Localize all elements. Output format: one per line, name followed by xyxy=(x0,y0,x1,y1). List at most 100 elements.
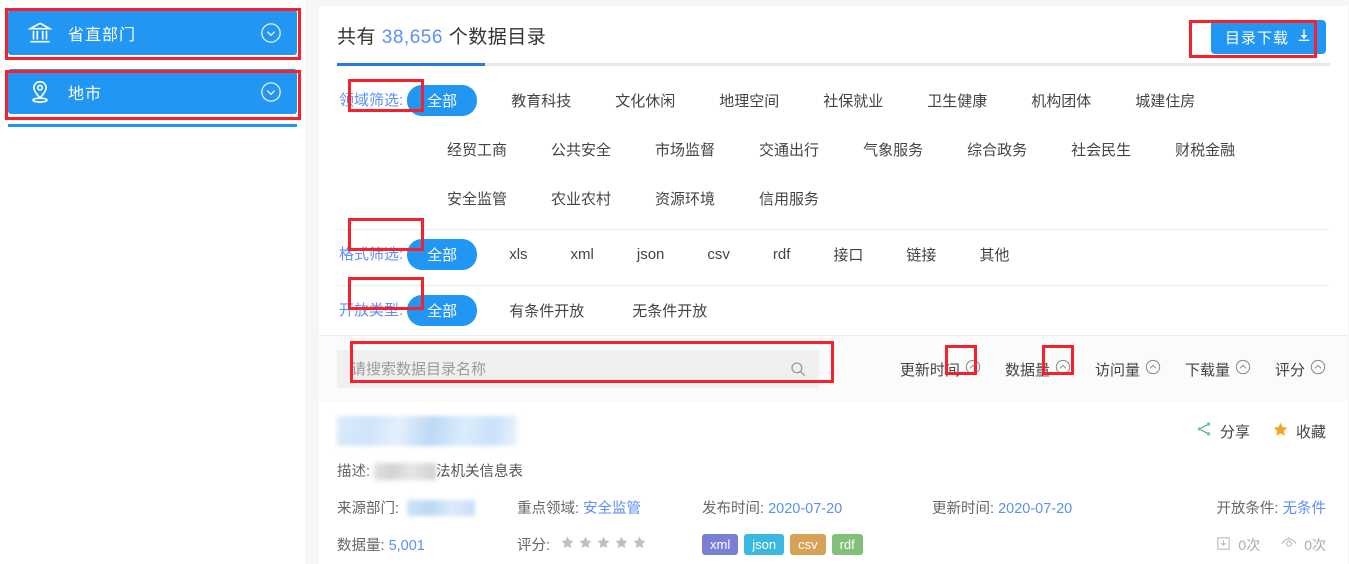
filter-label-format: 格式筛选: xyxy=(337,236,407,264)
sort-label: 数据量 xyxy=(1005,359,1050,380)
filter-option-format[interactable]: 接口 xyxy=(833,238,863,271)
result-description: 描述: 法机关信息表 xyxy=(337,460,1326,481)
sort-label: 评分 xyxy=(1275,359,1305,380)
chevron-down-icon[interactable] xyxy=(259,80,283,104)
sort-downloads[interactable]: 下载量 xyxy=(1185,359,1251,380)
page-title: 共有 38,656 个数据目录 xyxy=(337,22,1330,49)
sort-data-volume[interactable]: 数据量 xyxy=(1005,359,1071,380)
filter-section: 领域筛选: 全部 教育科技 文化休闲 地理空间 社保就业 卫生健康 机构团体 城… xyxy=(319,66,1348,335)
page-root: 省直部门 地市 xyxy=(0,0,1349,564)
filter-option-format[interactable]: csv xyxy=(707,240,730,269)
filter-option-open-type[interactable]: 无条件开放 xyxy=(632,294,707,327)
chevron-up-circle-icon xyxy=(1235,359,1251,379)
filter-option-domain[interactable]: 社保就业 xyxy=(823,84,883,117)
favorite-button[interactable]: 收藏 xyxy=(1272,421,1326,442)
filter-option-format[interactable]: json xyxy=(637,240,665,269)
filter-option-domain[interactable]: 市场监督 xyxy=(655,133,715,166)
filter-option-format[interactable]: 其他 xyxy=(979,238,1009,271)
result-item[interactable]: 分享 收藏 描述: xyxy=(319,402,1348,564)
star-icon xyxy=(632,535,647,550)
meta-key-domain: 重点领域: 安全监管 xyxy=(517,497,702,518)
filter-options-domain-row1: 全部 教育科技 文化休闲 地理空间 社保就业 卫生健康 机构团体 城建住房 xyxy=(407,82,1330,119)
share-button[interactable]: 分享 xyxy=(1195,420,1250,442)
filter-option-format[interactable]: 全部 xyxy=(407,239,477,270)
download-icon xyxy=(1296,27,1312,47)
filter-option-domain[interactable]: 安全监管 xyxy=(447,182,507,215)
result-actions: 分享 收藏 xyxy=(1195,416,1326,442)
filter-option-domain[interactable]: 全部 xyxy=(407,85,477,116)
result-header: 分享 收藏 xyxy=(337,416,1326,446)
filter-option-domain[interactable]: 教育科技 xyxy=(511,84,571,117)
sidebar-divider xyxy=(8,124,297,127)
description-value: 法机关信息表 xyxy=(436,460,523,481)
filter-option-domain[interactable]: 地理空间 xyxy=(719,84,779,117)
sort-label: 更新时间 xyxy=(900,359,960,380)
filter-option-format[interactable]: xls xyxy=(509,240,527,269)
download-count: 0次 xyxy=(1215,535,1260,555)
favorite-label: 收藏 xyxy=(1296,421,1326,442)
rating-stars[interactable] xyxy=(560,535,647,550)
filter-label-domain: 领域筛选: xyxy=(337,82,407,110)
filter-option-domain[interactable]: 城建住房 xyxy=(1135,84,1195,117)
format-tag[interactable]: rdf xyxy=(832,534,863,555)
result-title-redacted[interactable] xyxy=(337,416,517,446)
sort-controls: 更新时间 数据量 xyxy=(900,359,1330,380)
update-label: 更新时间: xyxy=(932,501,994,517)
volume-value: 5,001 xyxy=(389,538,425,554)
format-tag[interactable]: json xyxy=(744,534,784,555)
filter-option-domain[interactable]: 信用服务 xyxy=(759,182,819,215)
filter-row-open-type: 开放类型: 全部 有条件开放 无条件开放 xyxy=(337,286,1330,335)
key-domain-value[interactable]: 安全监管 xyxy=(583,501,641,517)
filter-row-domain: 领域筛选: 全部 教育科技 文化休闲 地理空间 社保就业 卫生健康 机构团体 城… xyxy=(337,76,1330,125)
filter-option-open-type[interactable]: 有条件开放 xyxy=(509,294,584,327)
filter-option-domain[interactable]: 农业农村 xyxy=(551,182,611,215)
filter-option-domain[interactable]: 资源环境 xyxy=(655,182,715,215)
sort-score[interactable]: 评分 xyxy=(1275,359,1326,380)
filter-option-open-type[interactable]: 全部 xyxy=(407,295,477,326)
open-condition-label: 开放条件: xyxy=(1216,501,1278,517)
filter-option-domain[interactable]: 社会民生 xyxy=(1071,133,1131,166)
format-tag[interactable]: csv xyxy=(790,534,826,555)
chevron-down-icon[interactable] xyxy=(259,21,283,45)
sidebar-item-provincial-departments[interactable]: 省直部门 xyxy=(8,10,297,55)
meta-score: 评分: xyxy=(517,534,702,555)
open-condition-value[interactable]: 无条件 xyxy=(1283,501,1327,517)
source-label: 来源部门: xyxy=(337,501,399,517)
sidebar-item-label: 省直部门 xyxy=(68,21,136,45)
search-wrapper xyxy=(337,350,819,388)
filter-option-domain[interactable]: 机构团体 xyxy=(1031,84,1091,117)
bank-icon xyxy=(26,19,54,47)
search-sort-bar: 更新时间 数据量 xyxy=(319,335,1348,402)
filter-option-domain[interactable]: 经贸工商 xyxy=(447,133,507,166)
meta-volume: 数据量: 5,001 xyxy=(337,534,517,555)
filter-option-domain[interactable]: 财税金融 xyxy=(1175,133,1235,166)
source-value-redacted xyxy=(407,500,475,516)
volume-label: 数据量: xyxy=(337,538,385,554)
filter-option-format[interactable]: xml xyxy=(571,240,594,269)
filter-option-domain[interactable]: 公共安全 xyxy=(551,133,611,166)
filter-row-domain-3: 安全监管 农业农村 资源环境 信用服务 xyxy=(337,174,1330,230)
filter-options-domain-row3: 安全监管 农业农村 资源环境 信用服务 xyxy=(447,180,1330,217)
format-tag[interactable]: xml xyxy=(702,534,738,555)
filter-option-domain[interactable]: 气象服务 xyxy=(863,133,923,166)
sort-label: 访问量 xyxy=(1095,359,1140,380)
description-label: 描述: xyxy=(337,460,370,481)
star-icon xyxy=(578,535,593,550)
sort-label: 下载量 xyxy=(1185,359,1230,380)
catalog-download-button[interactable]: 目录下载 xyxy=(1211,20,1326,54)
filter-option-format[interactable]: 链接 xyxy=(906,238,936,271)
sort-visits[interactable]: 访问量 xyxy=(1095,359,1161,380)
search-input[interactable] xyxy=(337,350,819,388)
filter-row-format: 格式筛选: 全部 xls xml json csv rdf 接口 链接 其他 xyxy=(337,230,1330,286)
view-count: 0次 xyxy=(1280,534,1326,555)
chevron-up-circle-icon xyxy=(965,359,981,379)
filter-option-domain[interactable]: 交通出行 xyxy=(759,133,819,166)
sort-update-time[interactable]: 更新时间 xyxy=(900,359,981,380)
filter-option-domain[interactable]: 卫生健康 xyxy=(927,84,987,117)
search-icon[interactable] xyxy=(789,360,807,383)
filter-option-domain[interactable]: 文化休闲 xyxy=(615,84,675,117)
filter-option-format[interactable]: rdf xyxy=(773,240,791,269)
meta-source: 来源部门: xyxy=(337,497,517,518)
sidebar-item-cities[interactable]: 地市 xyxy=(8,69,297,114)
filter-option-domain[interactable]: 综合政务 xyxy=(967,133,1027,166)
